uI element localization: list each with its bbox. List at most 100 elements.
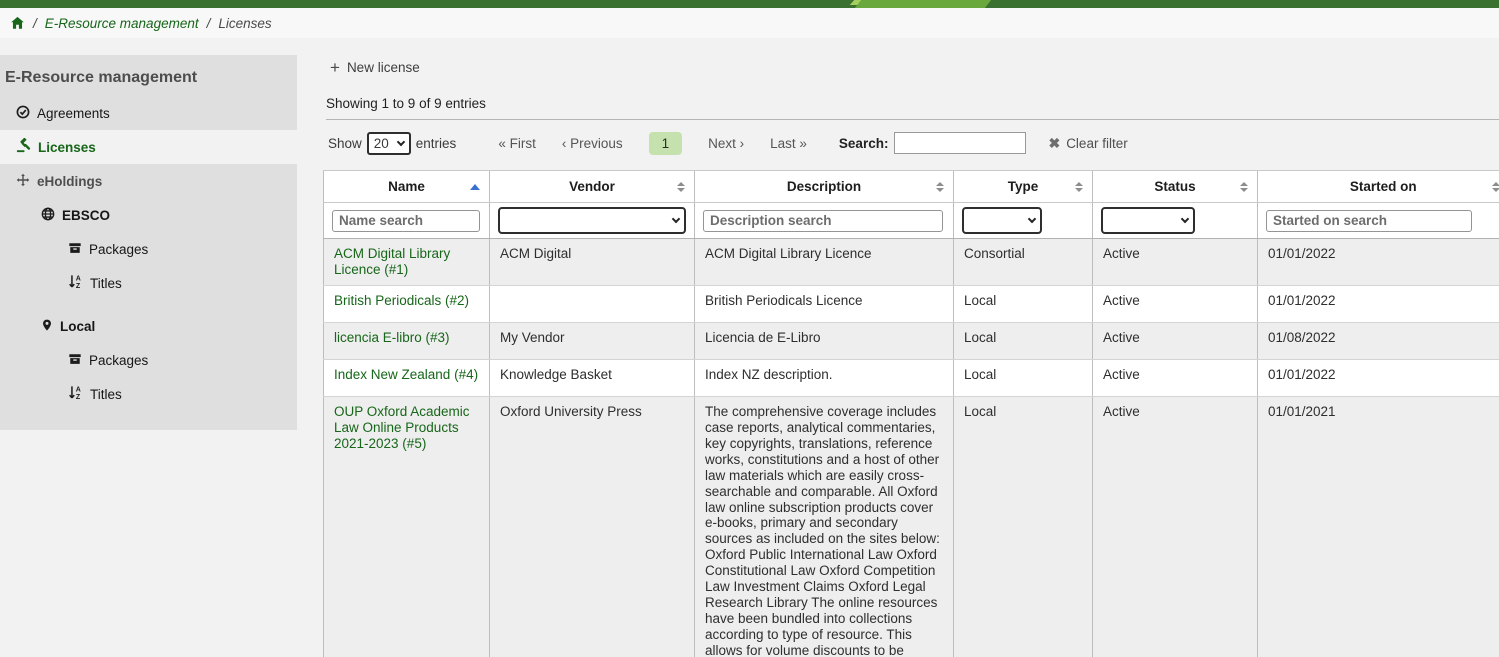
description-filter-input[interactable]: [703, 210, 943, 232]
sidebar-heading: E-Resource management: [0, 55, 297, 96]
table-info-text: Showing 1 to 9 of 9 entries: [326, 96, 486, 111]
started-on-cell: 01/01/2021: [1258, 397, 1499, 657]
type-cell: Local: [954, 360, 1093, 397]
license-name-link[interactable]: OUP Oxford Academic Law Online Products …: [334, 404, 470, 451]
table-row: OUP Oxford Academic Law Online Products …: [324, 397, 1499, 657]
column-header-started-on[interactable]: Started on: [1258, 171, 1499, 203]
sidebar-item-local[interactable]: Local: [0, 309, 297, 343]
sidebar-item-label: Titles: [90, 387, 122, 402]
svg-text:A: A: [76, 387, 81, 394]
started-on-cell: 01/08/2022: [1258, 323, 1499, 360]
status-cell: Active: [1093, 397, 1258, 657]
sort-alpha-icon: AZ: [68, 385, 83, 403]
column-header-description[interactable]: Description: [695, 171, 954, 203]
started-on-cell: 01/01/2022: [1258, 360, 1499, 397]
column-header-status[interactable]: Status: [1093, 171, 1258, 203]
description-cell: Licencia de E-Libro: [695, 323, 954, 360]
sidebar-item-ebsco-packages[interactable]: Packages: [0, 232, 297, 266]
column-label: Started on: [1350, 179, 1417, 194]
page-size-value: 20: [374, 136, 389, 151]
sidebar-item-licenses[interactable]: Licenses: [0, 130, 297, 164]
pagination-current-page[interactable]: 1: [649, 132, 683, 155]
check-circle-icon: [16, 105, 30, 122]
vendor-cell: Oxford University Press: [490, 397, 695, 657]
pagination-previous-button[interactable]: ‹ Previous: [562, 136, 623, 151]
vendor-cell: Knowledge Basket: [490, 360, 695, 397]
name-filter-input[interactable]: [332, 210, 480, 232]
license-name-link[interactable]: Index New Zealand (#4): [334, 367, 478, 382]
svg-text:A: A: [76, 276, 81, 283]
description-cell: Index NZ description.: [695, 360, 954, 397]
sort-both-icon: [936, 182, 944, 192]
sidebar-item-ebsco-titles[interactable]: AZ Titles: [0, 266, 297, 300]
sort-both-icon: [1240, 182, 1248, 192]
started-on-filter-input[interactable]: [1266, 210, 1472, 232]
home-icon[interactable]: [10, 16, 25, 30]
sidebar-item-local-titles[interactable]: AZ Titles: [0, 377, 297, 411]
description-cell: British Periodicals Licence: [695, 286, 954, 323]
vendor-filter-select[interactable]: [498, 207, 686, 234]
type-filter-select[interactable]: [962, 207, 1042, 234]
sidebar-item-agreements[interactable]: Agreements: [0, 96, 297, 130]
table-row: ACM Digital Library Licence (#1) ACM Dig…: [324, 239, 1499, 286]
sort-both-icon: [1075, 182, 1083, 192]
status-cell: Active: [1093, 286, 1258, 323]
filter-row: [324, 203, 1499, 239]
search-input[interactable]: [894, 132, 1026, 154]
type-cell: Consortial: [954, 239, 1093, 286]
chevron-down-icon: [1028, 215, 1036, 223]
pagination-first-button[interactable]: « First: [498, 136, 536, 151]
type-cell: Local: [954, 323, 1093, 360]
clear-filter-label: Clear filter: [1066, 136, 1128, 151]
column-header-type[interactable]: Type: [954, 171, 1093, 203]
sidebar-item-local-packages[interactable]: Packages: [0, 343, 297, 377]
breadcrumb-current: Licenses: [218, 16, 271, 31]
plus-icon: +: [330, 61, 340, 75]
gavel-icon: [16, 138, 31, 156]
column-label: Type: [1008, 179, 1039, 194]
page-size-select[interactable]: 20: [367, 132, 411, 155]
globe-icon: [41, 207, 55, 224]
erm-sidebar: E-Resource management Agreements License…: [0, 55, 297, 430]
archive-box-icon: [68, 241, 82, 258]
column-label: Name: [388, 179, 425, 194]
clear-filter-button[interactable]: ✖ Clear filter: [1048, 135, 1127, 152]
breadcrumb-erm-link[interactable]: E-Resource management: [45, 16, 199, 31]
header-row: Name Vendor Description Type: [324, 171, 1499, 203]
sidebar-item-label: Titles: [90, 276, 122, 291]
license-name-link[interactable]: ACM Digital Library Licence (#1): [334, 246, 450, 277]
sidebar-item-label: Agreements: [37, 106, 110, 121]
breadcrumb-separator: /: [207, 16, 211, 31]
licenses-table: Name Vendor Description Type: [323, 170, 1499, 657]
column-header-name[interactable]: Name: [324, 171, 490, 203]
license-name-link[interactable]: British Periodicals (#2): [334, 293, 469, 308]
logo-swoosh: [855, 0, 991, 8]
column-header-vendor[interactable]: Vendor: [490, 171, 695, 203]
sort-both-icon: [1492, 182, 1499, 192]
type-cell: Local: [954, 286, 1093, 323]
sidebar-item-eholdings[interactable]: eHoldings: [0, 164, 297, 198]
new-license-label: New license: [347, 60, 420, 75]
sidebar-item-ebsco[interactable]: EBSCO: [0, 198, 297, 232]
table-row: Index New Zealand (#4) Knowledge Basket …: [324, 360, 1499, 397]
map-marker-icon: [41, 318, 53, 335]
sidebar-item-label: EBSCO: [62, 208, 110, 223]
status-cell: Active: [1093, 323, 1258, 360]
pagination-last-button[interactable]: Last »: [770, 136, 807, 151]
breadcrumb-separator: /: [33, 16, 37, 31]
arrows-move-icon: [16, 173, 30, 190]
licenses-table-container: Name Vendor Description Type: [323, 170, 1499, 657]
status-filter-select[interactable]: [1101, 207, 1195, 234]
vendor-cell: [490, 286, 695, 323]
archive-box-icon: [68, 352, 82, 369]
new-license-button[interactable]: + New license: [330, 60, 420, 75]
pagination-next-button[interactable]: Next ›: [708, 136, 744, 151]
sidebar-item-label: Packages: [89, 242, 148, 257]
license-name-link[interactable]: licencia E-libro (#3): [334, 330, 450, 345]
show-label: Show: [328, 136, 362, 151]
table-row: British Periodicals (#2) British Periodi…: [324, 286, 1499, 323]
sidebar-item-label: Licenses: [38, 140, 96, 155]
koha-erm-licenses-page: / E-Resource management / Licenses E-Res…: [0, 0, 1499, 657]
description-cell: The comprehensive coverage includes case…: [695, 397, 954, 657]
clear-x-icon: ✖: [1048, 135, 1060, 152]
